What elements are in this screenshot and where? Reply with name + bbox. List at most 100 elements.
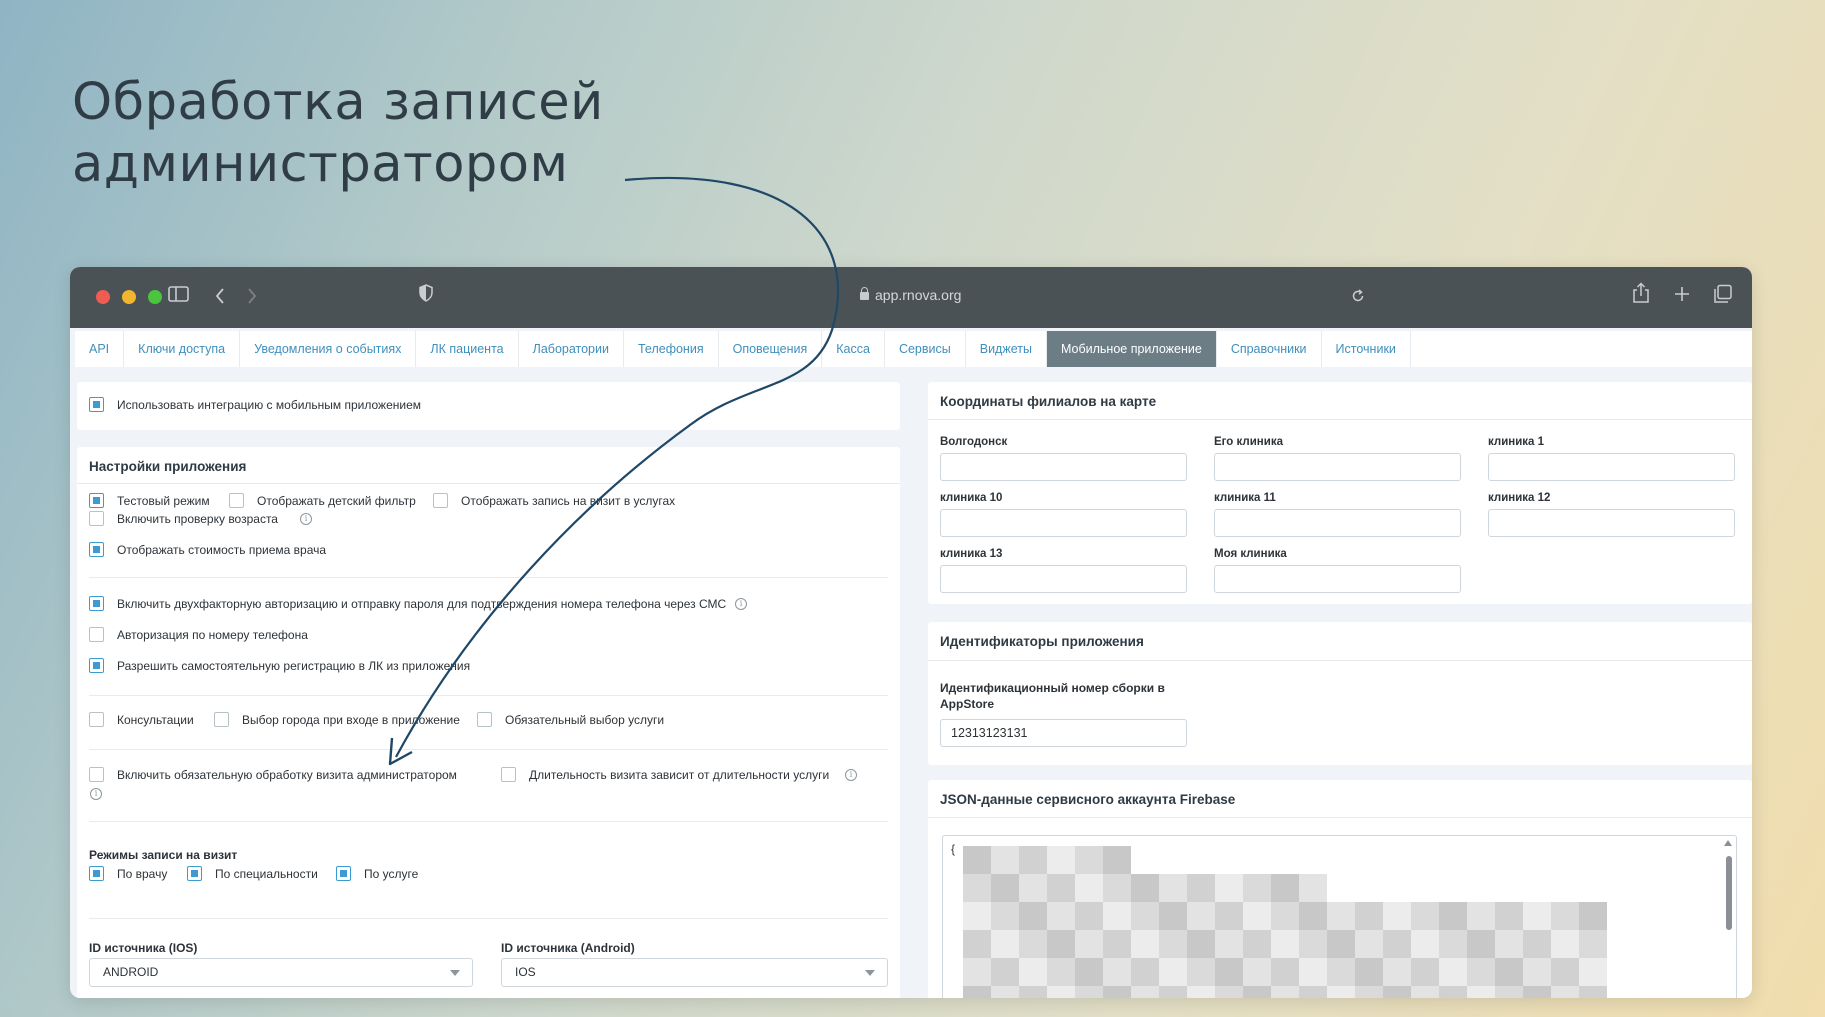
city-select-box[interactable] [214, 712, 229, 727]
show-price-checkbox[interactable]: Отображать стоимость приема врача [89, 542, 326, 557]
reload-icon[interactable] [1351, 289, 1365, 303]
blur-pixel [1523, 930, 1551, 958]
by-service-label: По услуге [364, 866, 419, 881]
blur-pixel [1131, 930, 1159, 958]
admin-processing-info-icon[interactable]: i [90, 788, 102, 800]
kids-filter-checkbox[interactable]: Отображать детский фильтр [229, 493, 416, 508]
appstore-id-input[interactable]: 12313123131 [940, 719, 1187, 747]
tab-item[interactable]: Источники [1322, 331, 1411, 367]
tab-item[interactable]: ЛК пациента [416, 331, 519, 367]
tab-overview-icon[interactable] [1713, 284, 1733, 304]
blur-pixel [991, 902, 1019, 930]
app-settings-title: Настройки приложения [89, 459, 247, 474]
branch-coordinates-input[interactable] [1488, 509, 1735, 537]
address-url: app.rnova.org [875, 287, 962, 303]
blur-pixel [1131, 986, 1159, 998]
headline: Обработка записей администратором [72, 72, 604, 196]
minimize-window-button[interactable] [122, 290, 136, 304]
blur-pixel [1187, 902, 1215, 930]
blur-pixel [1355, 958, 1383, 986]
service-required-checkbox[interactable]: Обязательный выбор услуги [477, 712, 664, 727]
blur-pixel [1467, 958, 1495, 986]
blur-pixel [1103, 986, 1131, 998]
scroll-up-arrow-icon[interactable] [1724, 840, 1732, 846]
blur-pixel [1131, 958, 1159, 986]
self-register-checkbox[interactable]: Разрешить самостоятельную регистрацию в … [89, 658, 470, 673]
tab-item[interactable]: Лаборатории [519, 331, 624, 367]
ios-source-value: ANDROID [103, 965, 159, 979]
two-factor-box[interactable] [89, 596, 104, 611]
age-check-box[interactable] [89, 511, 104, 526]
blur-pixel [963, 986, 991, 998]
ios-source-select[interactable]: ANDROID [89, 958, 473, 987]
tab-item[interactable]: API [75, 331, 125, 367]
shield-icon[interactable] [418, 284, 434, 302]
tab-item[interactable]: Мобильное приложение [1046, 331, 1217, 367]
json-open-brace: { [951, 842, 956, 856]
duration-depends-checkbox[interactable]: Длительность визита зависит от длительно… [501, 767, 829, 782]
integration-checkbox[interactable]: Использовать интеграцию с мобильным прил… [89, 397, 421, 412]
by-specialty-box[interactable] [187, 866, 202, 881]
close-window-button[interactable] [96, 290, 110, 304]
maximize-window-button[interactable] [148, 290, 162, 304]
consultations-checkbox[interactable]: Консультации [89, 712, 194, 727]
firebase-title: JSON-данные сервисного аккаунта Firebase [940, 792, 1236, 807]
new-tab-plus-icon[interactable] [1673, 285, 1691, 303]
by-specialty-checkbox[interactable]: По специальности [187, 866, 318, 881]
tab-item[interactable]: Справочники [1217, 331, 1322, 367]
two-factor-checkbox[interactable]: Включить двухфакторную авторизацию и отп… [89, 596, 726, 611]
two-factor-info-icon[interactable]: i [735, 598, 747, 610]
age-check-checkbox[interactable]: Включить проверку возраста [89, 511, 278, 526]
tab-item[interactable]: Касса [822, 331, 885, 367]
kids-filter-box[interactable] [229, 493, 244, 508]
tab-item[interactable]: Уведомления о событиях [240, 331, 417, 367]
show-booking-checkbox[interactable]: Отображать запись на визит в услугах [433, 493, 675, 508]
admin-processing-checkbox[interactable]: Включить обязательную обработку визита а… [89, 767, 457, 782]
tab-item[interactable]: Оповещения [719, 331, 823, 367]
share-icon[interactable] [1632, 282, 1650, 304]
show-booking-box[interactable] [433, 493, 448, 508]
branch-coordinates-input[interactable] [940, 509, 1187, 537]
tab-item[interactable]: Сервисы [885, 331, 966, 367]
duration-depends-box[interactable] [501, 767, 516, 782]
branch-coordinates-input[interactable] [940, 565, 1187, 593]
service-required-box[interactable] [477, 712, 492, 727]
admin-processing-box[interactable] [89, 767, 104, 782]
by-service-checkbox[interactable]: По услуге [336, 866, 418, 881]
blur-pixel [1047, 846, 1075, 874]
back-arrow-icon[interactable] [214, 287, 226, 305]
android-source-select[interactable]: IOS [501, 958, 888, 987]
browser-titlebar: app.rnova.org [70, 267, 1752, 328]
browser-window: app.rnova.org API Ключи доступа Уведомлени… [70, 267, 1752, 998]
address-bar[interactable]: app.rnova.org [860, 287, 961, 303]
phone-auth-box[interactable] [89, 627, 104, 642]
sidebar-toggle-icon[interactable] [168, 285, 190, 303]
blur-pixel [1495, 958, 1523, 986]
forward-arrow-icon[interactable] [246, 287, 258, 305]
tab-item[interactable]: Ключи доступа [124, 331, 241, 367]
test-mode-box[interactable] [89, 493, 104, 508]
scrollbar-thumb[interactable] [1726, 856, 1732, 930]
self-register-box[interactable] [89, 658, 104, 673]
firebase-json-textarea[interactable]: { [942, 835, 1737, 998]
phone-auth-checkbox[interactable]: Авторизация по номеру телефона [89, 627, 308, 642]
duration-depends-info-icon[interactable]: i [845, 769, 857, 781]
by-doctor-checkbox[interactable]: По врачу [89, 866, 167, 881]
blur-pixel [1047, 902, 1075, 930]
branch-coordinates-input[interactable] [940, 453, 1187, 481]
age-check-info-icon[interactable]: i [300, 513, 312, 525]
test-mode-checkbox[interactable]: Тестовый режим [89, 493, 210, 508]
branch-coordinates-input[interactable] [1214, 509, 1461, 537]
city-select-checkbox[interactable]: Выбор города при входе в приложение [214, 712, 460, 727]
by-service-box[interactable] [336, 866, 351, 881]
branch-coordinates-input[interactable] [1214, 453, 1461, 481]
show-price-box[interactable] [89, 542, 104, 557]
tab-item[interactable]: Виджеты [966, 331, 1047, 367]
integration-checkbox-box[interactable] [89, 397, 104, 412]
consultations-box[interactable] [89, 712, 104, 727]
by-doctor-box[interactable] [89, 866, 104, 881]
blur-pixel [1215, 930, 1243, 958]
branch-coordinates-input[interactable] [1214, 565, 1461, 593]
branch-coordinates-input[interactable] [1488, 453, 1735, 481]
tab-item[interactable]: Телефония [624, 331, 719, 367]
